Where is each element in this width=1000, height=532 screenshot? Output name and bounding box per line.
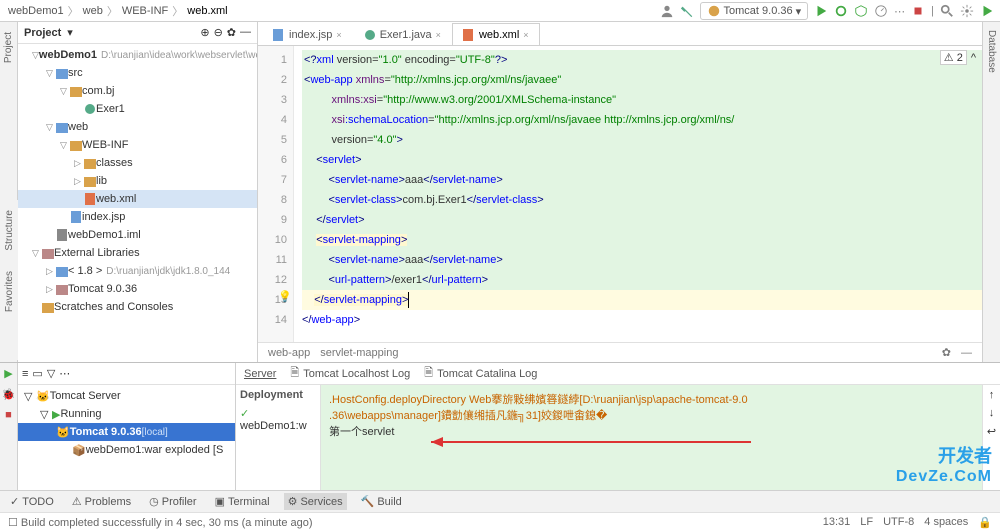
tree-class[interactable]: Exer1 (18, 100, 257, 118)
gear-icon[interactable]: ✿ (942, 346, 951, 359)
svc-node-artifact[interactable]: 📦 webDemo1:war exploded [S (18, 441, 235, 459)
left-rail-2: Structure Favorites (0, 200, 18, 360)
search-icon[interactable] (940, 4, 954, 18)
problems-button[interactable]: ⚠ Problems (68, 493, 135, 510)
tab-exer1[interactable]: Exer1.java× (353, 23, 452, 45)
expand-icon[interactable]: ≡ (22, 368, 28, 380)
line-sep[interactable]: LF (860, 516, 873, 529)
tab-catalina-log[interactable]: 🗎 Tomcat Catalina Log (424, 364, 537, 383)
lock-icon[interactable]: 🔒 (978, 516, 992, 529)
project-panel: Project ▾ ⊕ ⊖ ✿ — ▽webDemo1D:\ruanjian\i… (18, 22, 258, 362)
todo-button[interactable]: ✓ TODO (6, 493, 58, 510)
run-icon[interactable]: ▶ (4, 367, 12, 380)
project-tool-button[interactable]: Project (3, 26, 14, 69)
tree-file-iml[interactable]: webDemo1.iml (18, 226, 257, 244)
breadcrumb-item[interactable]: web (83, 5, 103, 17)
tab-localhost-log[interactable]: 🗎 Tomcat Localhost Log (290, 364, 410, 383)
settings-icon[interactable]: ✿ (227, 26, 236, 39)
bottom-tool-bar: ✓ TODO ⚠ Problems ◷ Profiler ▣ Terminal … (0, 490, 1000, 512)
hide-icon[interactable]: — (240, 26, 251, 39)
arrow-annotation (431, 435, 761, 449)
tree-ext-libraries[interactable]: ▽External Libraries (18, 244, 257, 262)
down-icon[interactable]: ↓ (989, 407, 995, 419)
tab-indexjsp[interactable]: index.jsp× (262, 23, 353, 45)
services-left-rail: ▶ 🐞 ■ (0, 363, 18, 490)
tree-folder-classes[interactable]: ▷classes (18, 154, 257, 172)
breadcrumb-file[interactable]: web.xml (187, 5, 227, 17)
status-message: Build completed successfully in 4 sec, 3… (21, 517, 313, 529)
warn-badge[interactable]: ⚠ 2 (940, 50, 967, 65)
breadcrumb-bar: webDemo1〉 web〉 WEB-INF〉 web.xml Tomcat 9… (0, 0, 1000, 22)
tab-webxml[interactable]: web.xml× (452, 23, 540, 45)
deployment-col: Deployment ✓ webDemo1:w (236, 385, 321, 490)
tree-root[interactable]: ▽webDemo1D:\ruanjian\idea\work\webservle… (18, 46, 257, 64)
coverage-icon[interactable] (854, 4, 868, 18)
play-icon[interactable] (980, 4, 994, 18)
status-bar: ☐ Build completed successfully in 4 sec,… (0, 512, 1000, 532)
tree-folder-src[interactable]: ▽src (18, 64, 257, 82)
tab-server[interactable]: Server (244, 368, 276, 380)
profiler-button[interactable]: ◷ Profiler (145, 493, 200, 510)
database-tool-button[interactable]: Database (986, 30, 997, 73)
tree-jdk[interactable]: ▷< 1.8 >D:\ruanjian\jdk\jdk1.8.0_144 (18, 262, 257, 280)
run-config-select[interactable]: Tomcat 9.0.36 ▾ (700, 2, 809, 20)
indent[interactable]: 4 spaces (924, 516, 968, 529)
services-button[interactable]: ⚙ Services (284, 493, 347, 510)
right-rail: Database (982, 22, 1000, 362)
up-icon[interactable]: ↑ (989, 389, 995, 401)
services-panel: ▶ 🐞 ■ ≡ ▭ ▽ ⋯ ▽🐱 Tomcat Server ▽▶ Runnin… (0, 362, 1000, 490)
tree-file-webxml[interactable]: web.xml (18, 190, 257, 208)
console-tools: ↑ ↓ ↩ (982, 385, 1000, 490)
svc-node-running[interactable]: ▽▶ Running (18, 405, 235, 423)
debug-icon[interactable]: 🐞 (2, 388, 16, 401)
tree-folder-web[interactable]: ▽web (18, 118, 257, 136)
tree-file-indexjsp[interactable]: index.jsp (18, 208, 257, 226)
encoding[interactable]: UTF-8 (883, 516, 914, 529)
breadcrumb-item[interactable]: WEB-INF (122, 5, 168, 17)
gear-icon[interactable] (960, 4, 974, 18)
tree-folder-webinf[interactable]: ▽WEB-INF (18, 136, 257, 154)
collapse-icon[interactable]: ▭ (32, 367, 42, 380)
caret-pos[interactable]: 13:31 (823, 516, 851, 529)
caret-badge[interactable]: ^ (971, 52, 976, 64)
services-tree[interactable]: ▽🐱 Tomcat Server ▽▶ Running 🐱 Tomcat 9.0… (18, 385, 235, 490)
breadcrumb-project[interactable]: webDemo1 (8, 5, 64, 17)
services-tabs: Server 🗎 Tomcat Localhost Log 🗎 Tomcat C… (236, 363, 1000, 385)
editor-tabs: index.jsp× Exer1.java× web.xml× (258, 22, 982, 46)
user-icon[interactable] (660, 4, 674, 18)
tree-scratches[interactable]: Scratches and Consoles (18, 298, 257, 316)
crumb-item[interactable]: web-app (268, 347, 310, 359)
editor-area: index.jsp× Exer1.java× web.xml× 12345678… (258, 22, 982, 362)
build-button[interactable]: 🔨 Build (357, 493, 406, 510)
debug-icon[interactable] (834, 4, 848, 18)
favorites-tool-button[interactable]: Favorites (4, 265, 15, 318)
tree-folder-lib[interactable]: ▷lib (18, 172, 257, 190)
stop-icon[interactable]: ■ (5, 409, 12, 421)
editor-breadcrumb: web-app servlet-mapping ✿ — (258, 342, 982, 362)
collapse-icon[interactable]: ⊖ (214, 26, 223, 39)
project-tree[interactable]: ▽webDemo1D:\ruanjian\idea\work\webservle… (18, 44, 257, 362)
crumb-item[interactable]: servlet-mapping (320, 347, 398, 359)
hammer-icon[interactable] (680, 4, 694, 18)
svc-node-tomcat[interactable]: 🐱 Tomcat 9.0.36 [local] (18, 423, 235, 441)
code-editor[interactable]: 1234567891011121314 ⚠ 2^ 💡 <?xml version… (258, 46, 982, 342)
services-toolbar: ≡ ▭ ▽ ⋯ (18, 363, 235, 385)
run-icon[interactable] (814, 4, 828, 18)
project-panel-title: Project (24, 27, 61, 39)
tree-tomcat-lib[interactable]: ▷Tomcat 9.0.36 (18, 280, 257, 298)
intention-bulb-icon[interactable]: 💡 (278, 290, 292, 303)
tree-package[interactable]: ▽com.bj (18, 82, 257, 100)
more-icon[interactable]: ⋯ (59, 367, 70, 380)
svc-node-server[interactable]: ▽🐱 Tomcat Server (18, 387, 235, 405)
expand-icon[interactable]: ⊕ (200, 26, 209, 39)
profiler-icon[interactable] (874, 4, 888, 18)
stop-icon[interactable] (911, 4, 925, 18)
output-console[interactable]: .HostConfig.deployDirectory Web搴旂敤绋嬪簭鐩綍[… (321, 385, 982, 490)
minus-icon[interactable]: — (961, 347, 972, 359)
terminal-button[interactable]: ▣ Terminal (211, 493, 274, 510)
filter-icon[interactable]: ▽ (47, 367, 55, 380)
wrap-icon[interactable]: ↩ (987, 425, 996, 438)
structure-tool-button[interactable]: Structure (4, 204, 15, 257)
